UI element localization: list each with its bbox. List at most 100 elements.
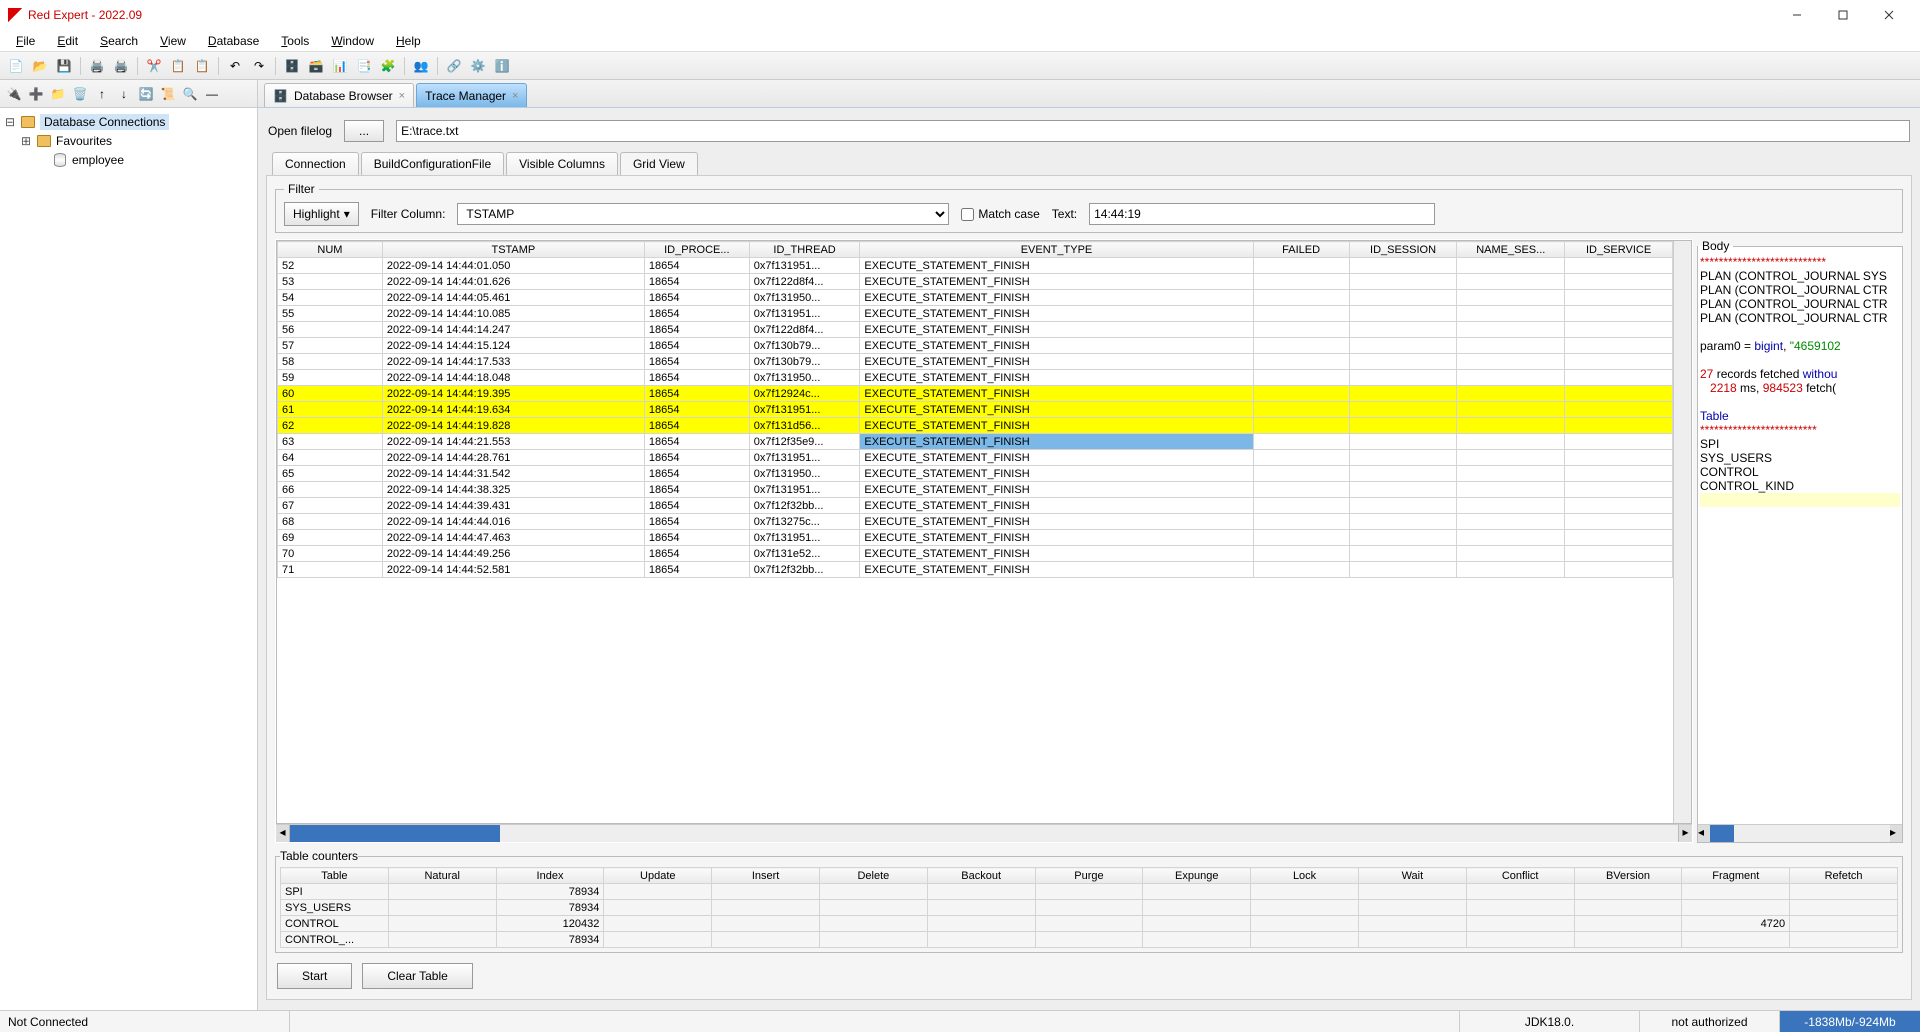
menu-edit[interactable]: Edit (47, 32, 88, 50)
counter-header[interactable]: Purge (1035, 868, 1143, 884)
down-icon[interactable]: ↓ (114, 84, 134, 104)
table-row[interactable]: 622022-09-14 14:44:19.828186540x7f131d56… (278, 418, 1673, 434)
save-icon[interactable]: 💾 (54, 56, 74, 76)
subtab-buildconfigurationfile[interactable]: BuildConfigurationFile (361, 152, 504, 176)
table-row[interactable]: CONTROL_...78934 (281, 932, 1898, 948)
undo-icon[interactable]: ↶ (225, 56, 245, 76)
tab-trace-manager[interactable]: Trace Manager× (416, 83, 527, 107)
menu-search[interactable]: Search (90, 32, 148, 50)
close-button[interactable] (1866, 0, 1912, 30)
connect-icon[interactable]: 🔌 (4, 84, 24, 104)
minimize-button[interactable] (1774, 0, 1820, 30)
counter-header[interactable]: Expunge (1143, 868, 1251, 884)
counters-grid[interactable]: TableNaturalIndexUpdateInsertDeleteBacko… (280, 867, 1898, 948)
table-row[interactable]: 632022-09-14 14:44:21.553186540x7f12f35e… (278, 434, 1673, 450)
table-row[interactable]: SYS_USERS78934 (281, 900, 1898, 916)
print-preview-icon[interactable]: 🖨️ (111, 56, 131, 76)
close-icon[interactable]: × (512, 90, 518, 102)
table-row[interactable]: SPI78934 (281, 884, 1898, 900)
match-case-checkbox[interactable]: Match case (961, 207, 1039, 221)
info-icon[interactable]: ℹ️ (492, 56, 512, 76)
counter-header[interactable]: Wait (1358, 868, 1466, 884)
db-tool-4-icon[interactable]: 📑 (354, 56, 374, 76)
counter-header[interactable]: Lock (1251, 868, 1359, 884)
table-row[interactable]: 702022-09-14 14:44:49.256186540x7f131e52… (278, 546, 1673, 562)
cut-icon[interactable]: ✂️ (144, 56, 164, 76)
table-row[interactable]: 572022-09-14 14:44:15.124186540x7f130b79… (278, 338, 1673, 354)
tree-item-employee[interactable]: employee (0, 150, 257, 169)
counter-header[interactable]: Refetch (1790, 868, 1898, 884)
up-icon[interactable]: ↑ (92, 84, 112, 104)
grid-hscroll[interactable]: ◂ ▸ (276, 824, 1692, 842)
table-row[interactable]: 712022-09-14 14:44:52.581186540x7f12f32b… (278, 562, 1673, 578)
body-hscroll[interactable]: ◂ ▸ (1698, 824, 1902, 842)
table-row[interactable]: 532022-09-14 14:44:01.626186540x7f122d8f… (278, 274, 1673, 290)
grid-header[interactable]: ID_SESSION (1349, 242, 1457, 258)
table-row[interactable]: 562022-09-14 14:44:14.247186540x7f122d8f… (278, 322, 1673, 338)
table-row[interactable]: CONTROL1204324720 (281, 916, 1898, 932)
menu-file[interactable]: File (6, 32, 45, 50)
maximize-button[interactable] (1820, 0, 1866, 30)
grid-header[interactable]: EVENT_TYPE (860, 242, 1253, 258)
tree-root[interactable]: ⊟ Database Connections (0, 112, 257, 131)
table-row[interactable]: 672022-09-14 14:44:39.431186540x7f12f32b… (278, 498, 1673, 514)
counter-header[interactable]: Backout (927, 868, 1035, 884)
menu-view[interactable]: View (150, 32, 196, 50)
subtab-grid-view[interactable]: Grid View (620, 152, 698, 176)
highlight-dropdown[interactable]: Highlight▾ (284, 202, 359, 226)
table-row[interactable]: 602022-09-14 14:44:19.395186540x7f12924c… (278, 386, 1673, 402)
link-icon[interactable]: 🔗 (444, 56, 464, 76)
filter-text-input[interactable] (1089, 203, 1435, 225)
close-icon[interactable]: × (399, 90, 405, 102)
table-row[interactable]: 612022-09-14 14:44:19.634186540x7f131951… (278, 402, 1673, 418)
collapse-icon[interactable]: — (202, 84, 222, 104)
db-tree[interactable]: ⊟ Database Connections ⊞ Favourites empl… (0, 108, 257, 1010)
table-row[interactable]: 652022-09-14 14:44:31.542186540x7f131950… (278, 466, 1673, 482)
tree-item-favourites[interactable]: ⊞ Favourites (0, 131, 257, 150)
filelog-path-input[interactable] (396, 120, 1910, 142)
grid-header[interactable]: ID_THREAD (749, 242, 860, 258)
new-folder-icon[interactable]: 📁 (48, 84, 68, 104)
table-row[interactable]: 552022-09-14 14:44:10.085186540x7f131951… (278, 306, 1673, 322)
table-row[interactable]: 682022-09-14 14:44:44.016186540x7f13275c… (278, 514, 1673, 530)
counter-header[interactable]: Index (496, 868, 604, 884)
grid-vscroll[interactable] (1673, 241, 1691, 823)
grid-header[interactable]: FAILED (1253, 242, 1349, 258)
grid-header[interactable]: NAME_SES... (1457, 242, 1565, 258)
clear-table-button[interactable]: Clear Table (362, 963, 472, 989)
menu-help[interactable]: Help (386, 32, 431, 50)
counter-header[interactable]: Natural (388, 868, 496, 884)
refresh-icon[interactable]: 🔄 (136, 84, 156, 104)
table-row[interactable]: 662022-09-14 14:44:38.325186540x7f131951… (278, 482, 1673, 498)
table-row[interactable]: 642022-09-14 14:44:28.761186540x7f131951… (278, 450, 1673, 466)
filter-column-select[interactable]: TSTAMP (457, 203, 949, 225)
trace-grid[interactable]: NUMTSTAMPID_PROCE...ID_THREADEVENT_TYPEF… (276, 240, 1692, 824)
table-row[interactable]: 592022-09-14 14:44:18.048186540x7f131950… (278, 370, 1673, 386)
tab-database-browser[interactable]: 🗄️Database Browser× (264, 83, 414, 107)
counter-header[interactable]: Conflict (1466, 868, 1574, 884)
grid-header[interactable]: ID_PROCE... (644, 242, 749, 258)
delete-icon[interactable]: 🗑️ (70, 84, 90, 104)
open-icon[interactable]: 📂 (30, 56, 50, 76)
table-row[interactable]: 542022-09-14 14:44:05.461186540x7f131950… (278, 290, 1673, 306)
new-icon[interactable]: 📄 (6, 56, 26, 76)
users-icon[interactable]: 👥 (411, 56, 431, 76)
search-icon[interactable]: 🔍 (180, 84, 200, 104)
menu-database[interactable]: Database (198, 32, 269, 50)
db-tool-2-icon[interactable]: 🗃️ (306, 56, 326, 76)
settings-icon[interactable]: ⚙️ (468, 56, 488, 76)
counter-header[interactable]: Update (604, 868, 712, 884)
subtab-visible-columns[interactable]: Visible Columns (506, 152, 618, 176)
browse-button[interactable]: ... (344, 120, 384, 142)
table-row[interactable]: 522022-09-14 14:44:01.050186540x7f131951… (278, 258, 1673, 274)
script-icon[interactable]: 📜 (158, 84, 178, 104)
body-text[interactable]: ***************************PLAN (CONTROL… (1698, 253, 1902, 824)
counter-header[interactable]: Fragment (1682, 868, 1790, 884)
grid-header[interactable]: TSTAMP (382, 242, 644, 258)
start-button[interactable]: Start (277, 963, 352, 989)
print-icon[interactable]: 🖨️ (87, 56, 107, 76)
db-tool-3-icon[interactable]: 📊 (330, 56, 350, 76)
grid-header[interactable]: ID_SERVICE (1565, 242, 1673, 258)
table-row[interactable]: 582022-09-14 14:44:17.533186540x7f130b79… (278, 354, 1673, 370)
grid-header[interactable]: NUM (278, 242, 383, 258)
